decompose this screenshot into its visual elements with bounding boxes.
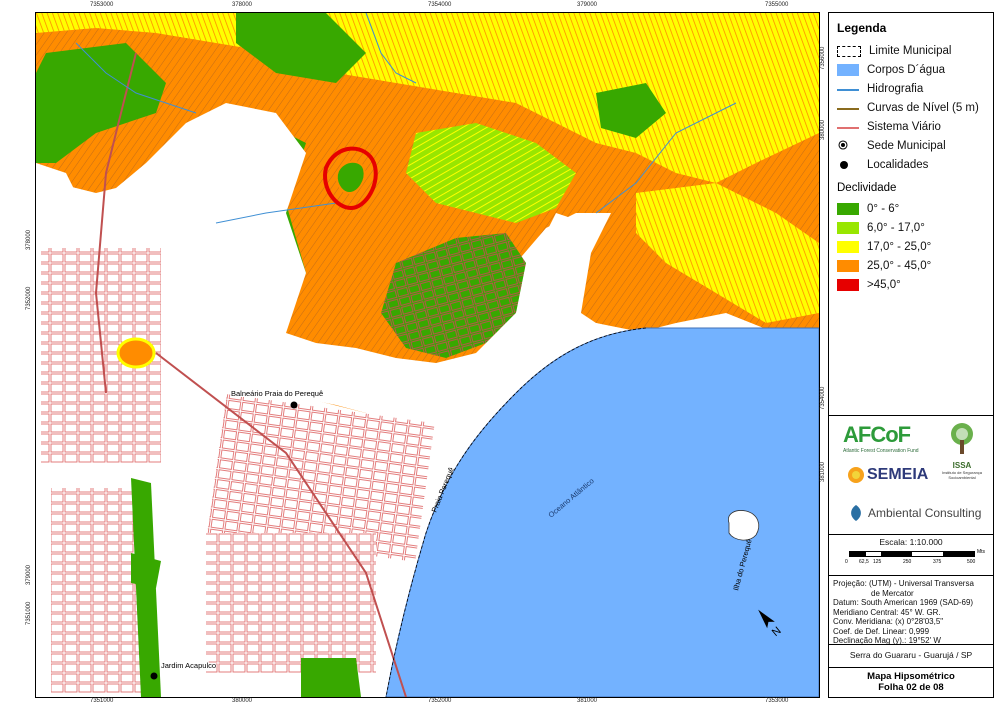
projection-line: Conv. Meridiana: (x) 0°28'03,5"	[833, 617, 944, 626]
afcof-logo-text: AFCoF	[843, 422, 911, 447]
legend-item: Sistema Viário	[837, 119, 941, 135]
coord-left-2: 7352000	[26, 286, 32, 310]
coord-left-4: 7351000	[26, 601, 32, 625]
dashed-box-icon	[837, 45, 861, 57]
issa-text: ISSA	[952, 461, 972, 470]
place-box: Serra do Guararu - Guarujá / SP	[829, 644, 993, 667]
coord-bottom-1: 7351000	[90, 698, 114, 704]
water-fill-icon	[837, 64, 859, 76]
locality-dot-icon	[837, 159, 859, 171]
legend-item: Sede Municipal	[837, 138, 946, 154]
scale-bar	[849, 551, 975, 557]
urban-grid-southcenter	[206, 533, 376, 673]
coord-top-2: 378000	[232, 2, 253, 8]
legend-item: Limite Municipal	[837, 43, 951, 59]
slope-map: N Balneário Praia do Perequê Jardim Acap…	[36, 13, 819, 697]
sun-icon	[848, 467, 864, 483]
legend-item-label: Hidrografia	[867, 83, 924, 95]
scale-box: Escala: 1:10.000 0 62,5 125 250 375 500 …	[829, 534, 993, 575]
coord-bottom-5: 7353000	[765, 698, 789, 704]
ambiental-text: Ambiental Consulting	[868, 506, 982, 520]
semeia-logo: SEMEIA	[847, 466, 928, 484]
tree-icon	[951, 423, 973, 454]
afcof-logo: AFCoF Atlantic Forest Conservation Fund	[843, 422, 919, 454]
coord-bottom-4: 381000	[577, 698, 598, 704]
slope-class: 0° - 6°	[837, 201, 899, 217]
ambiental-logo: Ambiental Consulting	[847, 504, 981, 522]
projection-line: Projeção: (UTM) - Universal Transversa	[833, 579, 974, 588]
title-box: Mapa Hipsométrico Folha 02 de 08	[829, 667, 993, 698]
slope-swatch	[837, 203, 859, 215]
road-line-icon	[837, 121, 859, 133]
hydro-line-icon	[837, 83, 859, 95]
coord-top-3: 7354000	[428, 2, 452, 8]
slope-class: 17,0° - 25,0°	[837, 239, 931, 255]
legend-panel: Legenda Limite Municipal Corpos D´água H…	[828, 12, 994, 698]
legend-item-label: Limite Municipal	[869, 45, 952, 57]
projection-box: Projeção: (UTM) - Universal Transversa d…	[829, 575, 993, 645]
slope-class-label: 25,0° - 45,0°	[867, 260, 932, 272]
slope-class-label: >45,0°	[867, 279, 901, 291]
coord-left-3: 379000	[26, 564, 32, 585]
coord-bottom-2: 380000	[232, 698, 253, 704]
locality-dot	[150, 672, 158, 680]
semeia-text: SEMEIA	[867, 466, 929, 483]
issa-subtitle: Instituto de Segurança Socioambiental	[941, 470, 983, 480]
coord-right-3: 7354000	[820, 386, 826, 410]
projection-line: de Mercator	[871, 588, 914, 598]
place-name: Serra do Guararu - Guarujá / SP	[849, 650, 973, 660]
label-jardim: Jardim Acapulco	[161, 661, 216, 670]
projection-line: Datum: South American 1969 (SAD-69)	[833, 598, 974, 607]
afcof-subtitle: Atlantic Forest Conservation Fund	[843, 448, 919, 454]
label-balneario: Balneário Praia do Perequê	[231, 389, 323, 398]
small-hill	[116, 337, 156, 369]
logos-box: AFCoF Atlantic Forest Conservation Fund …	[829, 415, 993, 534]
projection-line: Meridiano Central: 45° W. GR.	[833, 607, 941, 617]
coord-bottom-3: 7352000	[428, 698, 452, 704]
declividade-title: Declividade	[837, 182, 897, 194]
slope-class: >45,0°	[837, 277, 901, 293]
coord-left-1: 378000	[26, 229, 32, 250]
slope-swatch	[837, 222, 859, 234]
legend-item-label: Localidades	[867, 159, 929, 171]
legend-item: Curvas de Nível (5 m)	[837, 100, 979, 116]
coord-right-4: 381000	[820, 461, 826, 482]
scale-title: Escala: 1:10.000	[879, 537, 943, 547]
locality-dot	[290, 401, 298, 409]
sheet-number: Folha 02 de 08	[878, 682, 944, 693]
slope-class: 25,0° - 45,0°	[837, 258, 931, 274]
map-canvas[interactable]: N Balneário Praia do Perequê Jardim Acap…	[35, 12, 820, 698]
slope-swatch	[837, 241, 859, 253]
slope-class-label: 0° - 6°	[867, 203, 900, 215]
map-title: Mapa Hipsométrico	[867, 671, 955, 682]
legend-item: Corpos D´água	[837, 62, 945, 78]
legend-title: Legenda	[837, 21, 887, 35]
coord-right-1: 7356000	[820, 46, 826, 70]
coord-top-1: 7353000	[90, 2, 114, 8]
projection-line: Coef. de Def. Linear: 0,999	[833, 626, 930, 636]
legend-item-label: Sede Municipal	[867, 140, 946, 152]
legend-item-label: Corpos D´água	[867, 64, 945, 76]
contour-line-icon	[837, 102, 859, 114]
island-pereque	[728, 510, 760, 541]
leaf-icon	[851, 505, 861, 521]
slope-class-label: 17,0° - 25,0°	[867, 241, 932, 253]
slope-swatch	[837, 260, 859, 272]
green-patch-south	[301, 658, 361, 697]
slope-class-label: 6,0° - 17,0°	[867, 222, 925, 234]
legend-box: Legenda Limite Municipal Corpos D´água H…	[829, 13, 993, 413]
issa-logo: ISSA Instituto de Segurança Socioambient…	[939, 422, 985, 480]
legend-item: Hidrografia	[837, 81, 923, 97]
slope-swatch	[837, 279, 859, 291]
coord-top-5: 7355000	[765, 2, 789, 8]
coord-top-4: 379000	[577, 2, 598, 8]
legend-item-label: Curvas de Nível (5 m)	[867, 102, 979, 114]
legend-item: Localidades	[837, 157, 928, 173]
seat-dot-icon	[837, 140, 859, 152]
slope-class: 6,0° - 17,0°	[837, 220, 925, 236]
coord-right-2: 380000	[820, 119, 826, 140]
legend-item-label: Sistema Viário	[867, 121, 941, 133]
urban-grid-south	[51, 488, 146, 693]
